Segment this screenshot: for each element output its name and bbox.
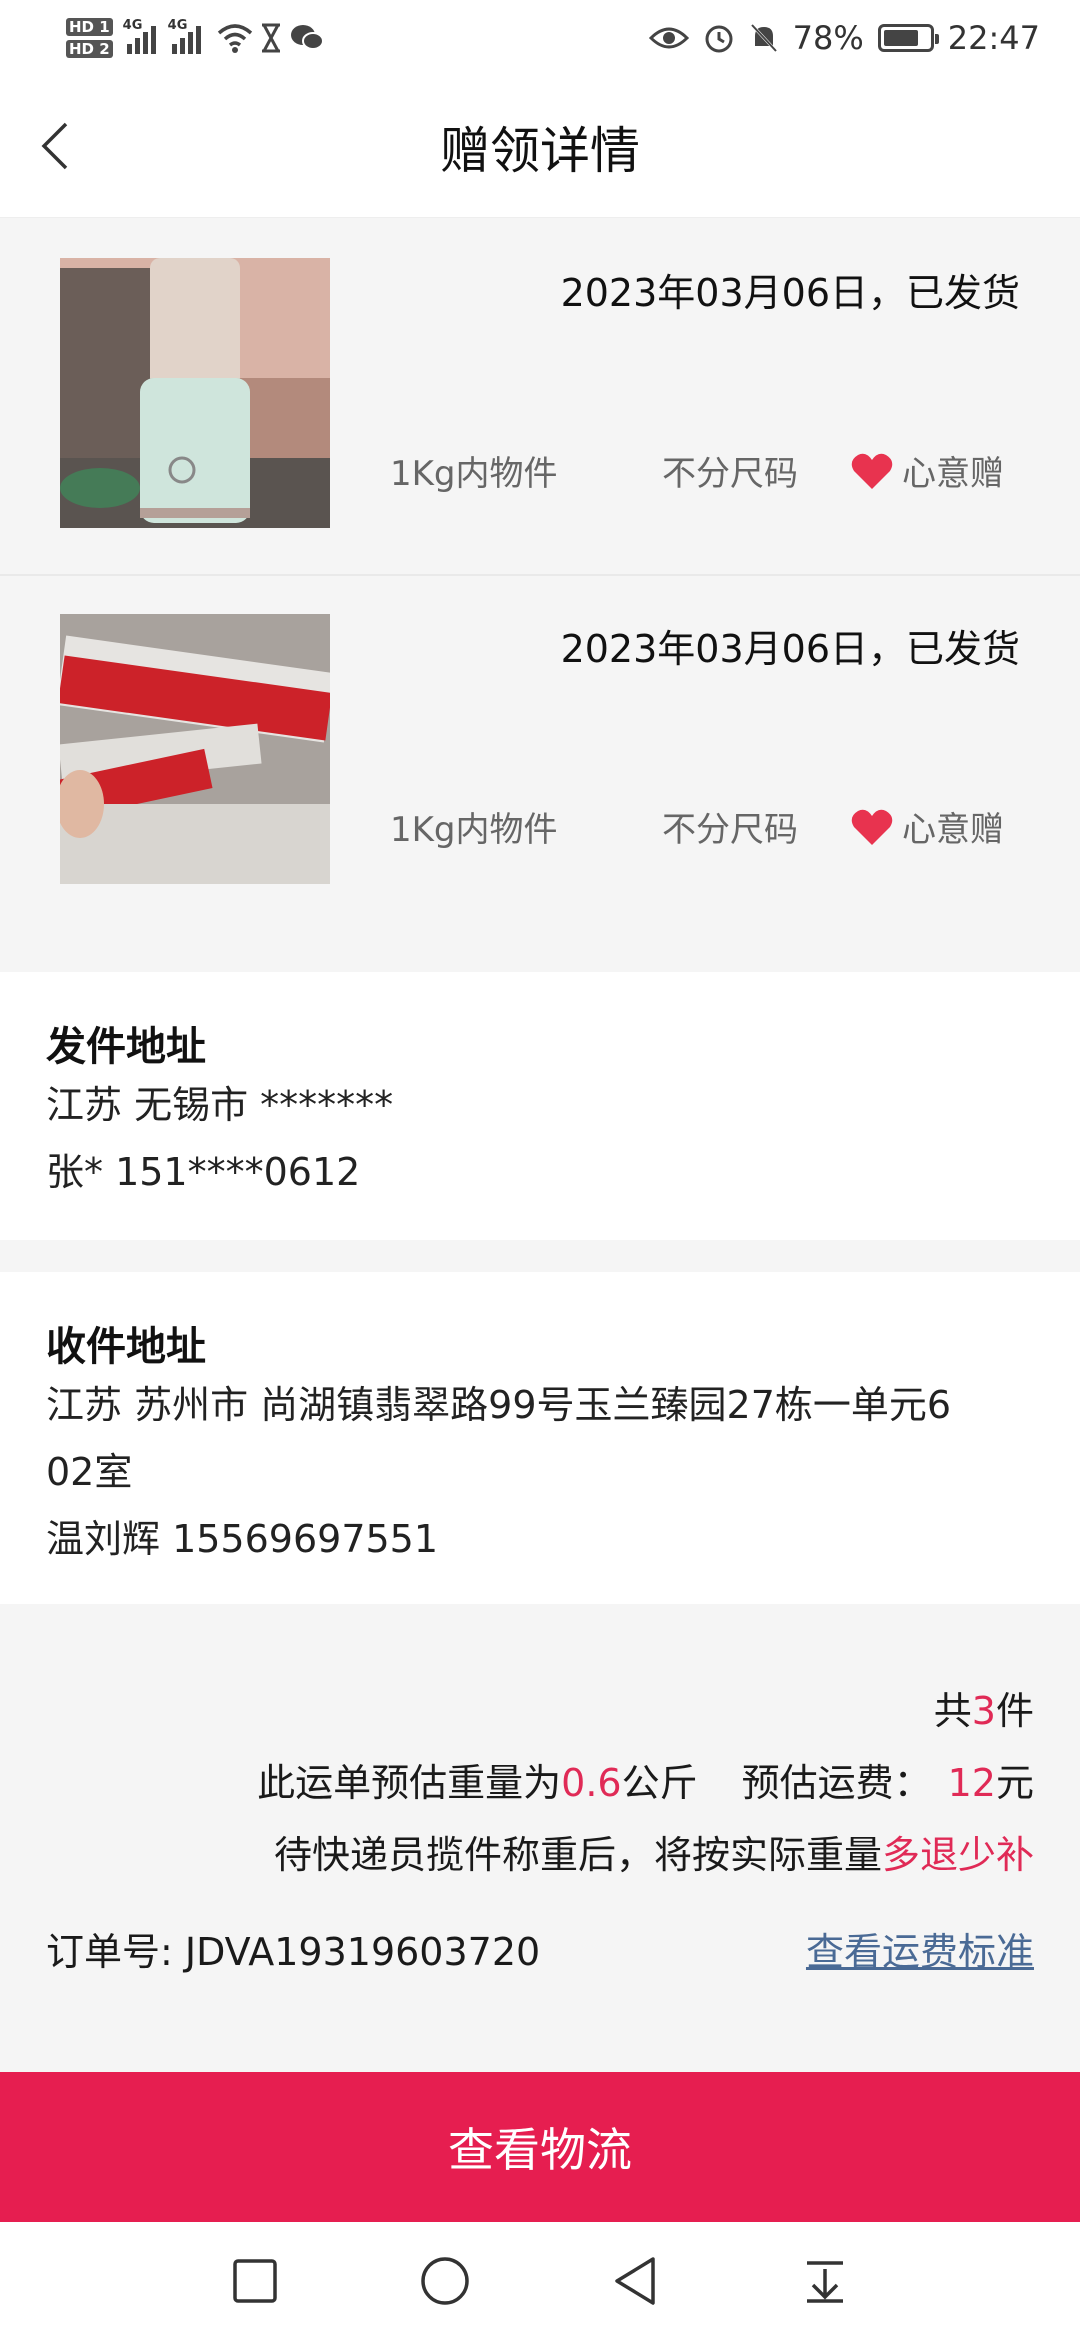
item-type: 心意赠 [850, 802, 1004, 851]
sender-address-card: 发件地址 江苏 无锡市 ******* 张* 151****0612 [0, 972, 1080, 1240]
item-type-label: 心意赠 [902, 810, 1004, 850]
item-type: 心意赠 [850, 446, 1004, 495]
clock: 22:47 [947, 19, 1040, 57]
sender-heading: 发件地址 [46, 1024, 206, 1070]
page-header: 赠领详情 [0, 76, 1080, 218]
back-arrow-icon[interactable] [28, 116, 88, 176]
item-size: 不分尺码 [662, 454, 798, 494]
mute-bell-icon [750, 23, 777, 53]
sender-address: 江苏 无锡市 ******* [46, 1083, 394, 1127]
item-weight: 1Kg内物件 [390, 810, 558, 850]
weigh-note: 待快递员揽件称重后，将按实际重量多退少补 [273, 1833, 1034, 1877]
wifi-icon [217, 24, 252, 53]
battery-percent: 78% [792, 19, 864, 57]
fee-standard-link[interactable]: 查看运费标准 [806, 1921, 1034, 1976]
receiver-address-line2: 02室 [46, 1450, 133, 1494]
item-count: 共3件 [933, 1689, 1034, 1733]
order-number: 订单号: JDVA19319603720 [46, 1930, 541, 1974]
eye-icon [648, 27, 689, 49]
notification-pull-button[interactable] [795, 2251, 855, 2311]
wechat-icon [290, 25, 324, 50]
gift-item[interactable]: 2023年03月06日，已发货 1Kg内物件 不分尺码 心意赠 [0, 576, 1080, 932]
home-button[interactable] [415, 2251, 475, 2311]
sim1-label: HD 1 [66, 18, 113, 36]
pull-down-icon [807, 2261, 843, 2303]
heart-icon [851, 453, 893, 489]
item-date-status: 2023年03月06日，已发货 [560, 271, 1020, 315]
sim-indicator: HD 1 HD 2 [66, 16, 113, 60]
hourglass-icon [261, 23, 280, 53]
back-button[interactable] [605, 2251, 665, 2311]
sim2-label: HD 2 [66, 40, 113, 58]
circle-icon [421, 2257, 469, 2305]
item-type-label: 心意赠 [902, 454, 1004, 494]
network-label-2: 4G [167, 18, 188, 33]
weight-fee-line: 此运单预估重量为0.6公斤 预估运费： 12元 [257, 1761, 1034, 1805]
product-image-package [60, 614, 330, 884]
receiver-contact: 温刘辉 15569697551 [46, 1517, 439, 1561]
square-icon [233, 2259, 277, 2303]
page-title: 赠领详情 [440, 121, 640, 180]
receiver-address-card: 收件地址 江苏 苏州市 尚湖镇翡翠路99号玉兰臻园27栋一单元6 02室 温刘辉… [0, 1272, 1080, 1604]
sender-contact: 张* 151****0612 [46, 1150, 361, 1194]
heart-icon [851, 809, 893, 845]
product-image-blender [60, 258, 330, 528]
receiver-address-line1: 江苏 苏州市 尚湖镇翡翠路99号玉兰臻园27栋一单元6 [46, 1383, 952, 1427]
receiver-heading: 收件地址 [46, 1324, 206, 1370]
item-weight: 1Kg内物件 [390, 454, 558, 494]
system-nav-bar [0, 2222, 1080, 2340]
track-logistics-button[interactable]: 查看物流 [0, 2072, 1080, 2222]
signal-icon-1: 4G [123, 18, 156, 54]
gift-item[interactable]: 2023年03月06日，已发货 1Kg内物件 不分尺码 心意赠 [0, 220, 1080, 576]
network-label-1: 4G [122, 18, 143, 33]
shipping-summary: 共3件 此运单预估重量为0.6公斤 预估运费： 12元 待快递员揽件称重后，将按实际… [0, 1606, 1080, 2076]
item-date-status: 2023年03月06日，已发货 [560, 627, 1020, 671]
status-bar: HD 1 HD 2 4G 4G 78% 22:47 [0, 0, 1080, 76]
alarm-icon [705, 25, 733, 53]
signal-icon-2: 4G [168, 18, 201, 54]
gift-item-list: 2023年03月06日，已发货 1Kg内物件 不分尺码 心意赠 2023年03月… [0, 220, 1080, 932]
recent-apps-button[interactable] [225, 2251, 285, 2311]
triangle-back-icon [615, 2257, 655, 2305]
battery-icon [877, 24, 939, 52]
item-size: 不分尺码 [662, 810, 798, 850]
